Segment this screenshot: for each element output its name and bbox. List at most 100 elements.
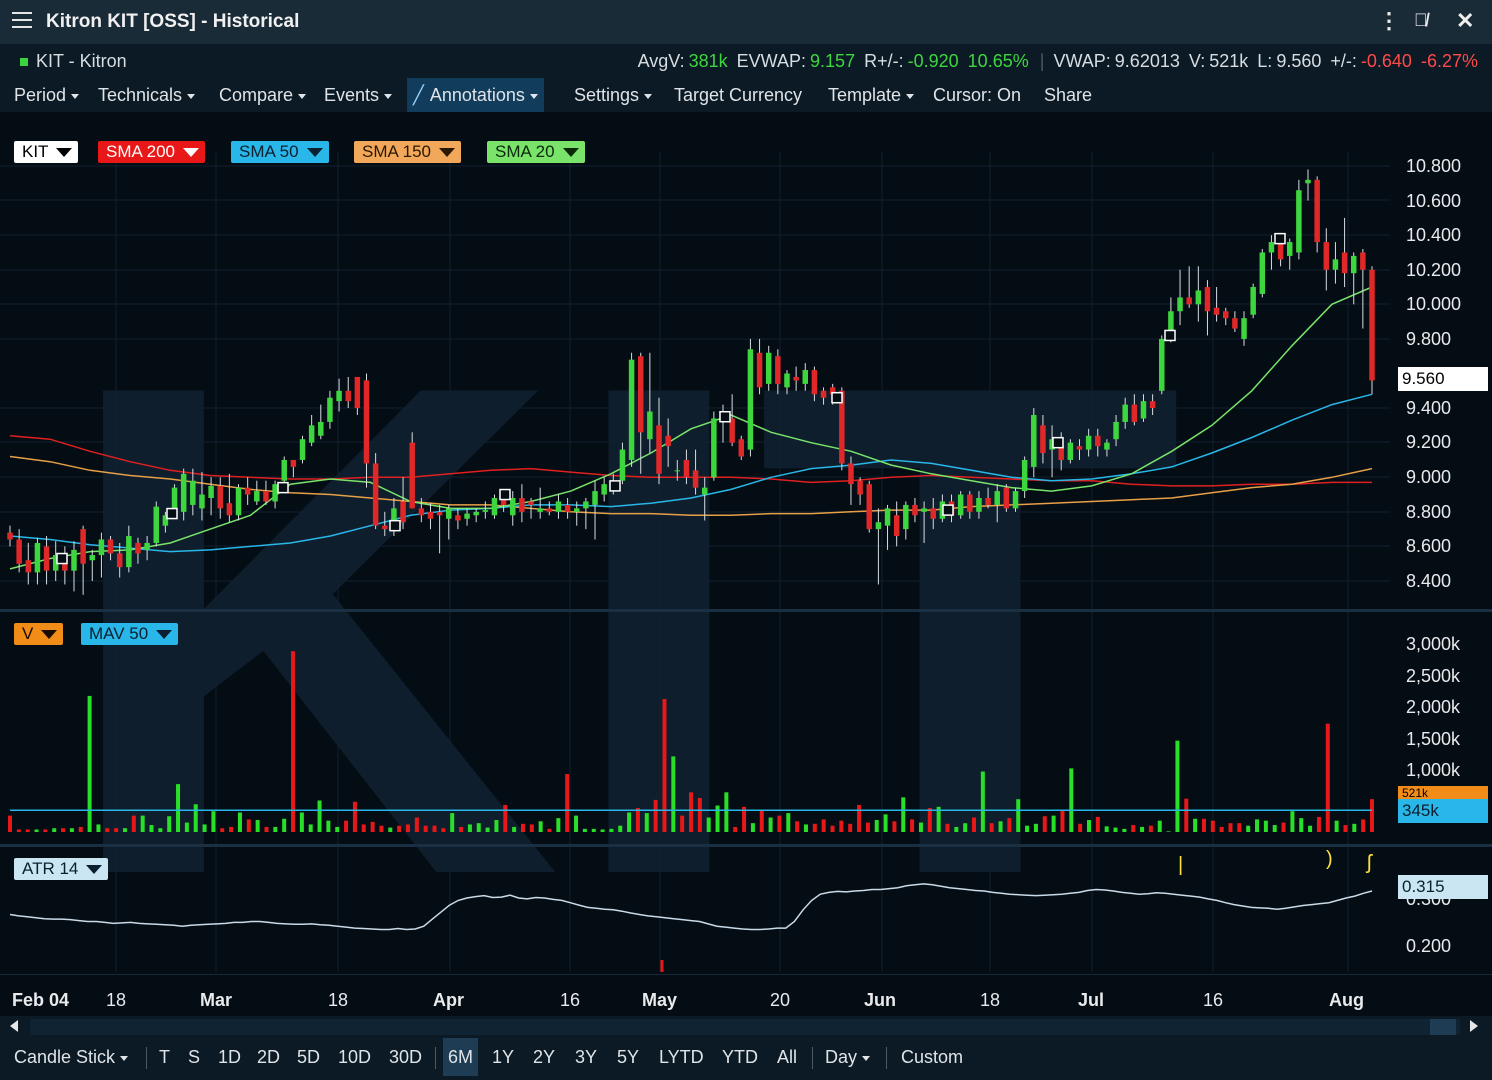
event-marker[interactable] <box>499 488 511 501</box>
period-button-2y[interactable]: 2Y <box>528 1038 560 1076</box>
legend-sma200[interactable]: SMA 200 <box>98 141 205 163</box>
candle-body <box>601 484 607 495</box>
scroll-track[interactable] <box>30 1019 1460 1035</box>
event-marker[interactable] <box>719 410 731 423</box>
date-tick: Feb 04 <box>12 990 70 1010</box>
event-marker[interactable] <box>831 391 843 404</box>
period-button-30d[interactable]: 30D <box>384 1038 427 1076</box>
candle-body <box>126 536 132 568</box>
menu-technicals[interactable]: Technicals <box>92 78 201 112</box>
date-tick: Jun <box>864 990 897 1010</box>
candle <box>1241 311 1247 346</box>
candle-body <box>1021 459 1028 492</box>
event-marker[interactable] <box>942 504 954 516</box>
candle-body <box>190 480 196 505</box>
volume-bar <box>237 812 242 832</box>
menu-period[interactable]: Period <box>8 78 85 112</box>
interval-dropdown[interactable]: Day <box>820 1038 875 1076</box>
legend-kit[interactable]: KIT <box>14 141 79 163</box>
candle <box>409 432 415 509</box>
volume-bar <box>43 829 48 832</box>
period-button-2d[interactable]: 2D <box>252 1038 285 1076</box>
time-scrollbar[interactable] <box>0 1016 1492 1038</box>
candle-body <box>775 356 781 384</box>
menu-cursor[interactable]: Cursor: On <box>927 78 1027 112</box>
volume-bar <box>768 817 773 832</box>
menu-events[interactable]: Events <box>318 78 398 112</box>
event-marker[interactable] <box>1274 232 1286 245</box>
candle <box>153 501 159 547</box>
period-button-5d[interactable]: 5D <box>292 1038 325 1076</box>
period-button-lytd[interactable]: LYTD <box>654 1038 709 1076</box>
volume-bar <box>229 826 234 832</box>
event-marker[interactable] <box>1164 329 1176 342</box>
candle-body <box>7 532 13 540</box>
volume-bar <box>1033 823 1038 832</box>
volume-bar <box>459 826 464 832</box>
period-button-3y[interactable]: 3Y <box>570 1038 602 1076</box>
hamburger-menu-icon[interactable] <box>12 12 32 30</box>
scroll-left-icon[interactable] <box>10 1020 18 1032</box>
period-button-t[interactable]: T <box>154 1038 175 1076</box>
event-marker[interactable] <box>389 519 401 532</box>
menu-annotations[interactable]: ╱ Annotations <box>407 78 544 112</box>
menu-share[interactable]: Share <box>1038 78 1098 112</box>
period-button-ytd[interactable]: YTD <box>717 1038 763 1076</box>
legend-atr-label: ATR 14 <box>22 859 79 878</box>
candle-body <box>1031 415 1037 467</box>
custom-period-button[interactable]: Custom <box>896 1038 968 1076</box>
event-marker[interactable] <box>166 507 178 520</box>
chart-type-dropdown[interactable]: Candle Stick <box>9 1038 133 1076</box>
menu-target-currency-label: Target Currency <box>674 85 803 105</box>
pane-divider[interactable] <box>0 609 1492 612</box>
window-title: Kitron KIT [OSS] - Historical <box>46 11 300 32</box>
candle-body <box>327 397 333 422</box>
period-button-1y[interactable]: 1Y <box>487 1038 519 1076</box>
legend-volume[interactable]: V <box>14 623 64 645</box>
date-tick: 20 <box>770 990 791 1010</box>
volume-bar <box>865 822 870 832</box>
chart-area[interactable]: KIT KIT SMA 200 SMA 50 SMA 150 SMA 20 V … <box>0 112 1492 1016</box>
volume-bar <box>1157 820 1162 832</box>
chevron-down-icon <box>120 1055 129 1061</box>
period-button-10d[interactable]: 10D <box>333 1038 376 1076</box>
legend-sma150[interactable]: SMA 150 <box>354 141 461 163</box>
candle-body <box>363 380 370 464</box>
period-button-5y[interactable]: 5Y <box>612 1038 644 1076</box>
legend-sma50[interactable]: SMA 50 <box>231 141 329 163</box>
period-button-1d[interactable]: 1D <box>213 1038 246 1076</box>
period-button-s[interactable]: S <box>183 1038 205 1076</box>
volume-bar <box>1095 816 1100 832</box>
volume-bar <box>1290 811 1295 832</box>
volume-bar <box>1184 798 1189 832</box>
menu-settings[interactable]: Settings <box>568 78 658 112</box>
annotation-mark: ) <box>1326 848 1333 870</box>
volume-bar <box>918 822 923 832</box>
close-icon[interactable]: ✕ <box>1456 8 1474 34</box>
date-tick: 16 <box>560 990 581 1010</box>
legend-sma20-label: SMA 20 <box>495 142 555 161</box>
chart-canvas[interactable]: KIT <box>0 112 1492 1016</box>
event-marker[interactable] <box>1052 436 1064 449</box>
pane-divider[interactable] <box>0 844 1492 847</box>
menu-template[interactable]: Template <box>822 78 920 112</box>
unlink-icon[interactable]: ⛓̸ <box>1414 10 1428 31</box>
volume-bar <box>689 792 693 832</box>
scroll-thumb[interactable] <box>1430 1019 1456 1035</box>
more-options-icon[interactable]: ⋮ <box>1378 8 1400 34</box>
menu-compare[interactable]: Compare <box>213 78 312 112</box>
period-button-6m[interactable]: 6M <box>443 1038 479 1076</box>
candle-body <box>336 390 342 402</box>
legend-atr[interactable]: ATR 14 <box>14 858 109 880</box>
volume-bar <box>423 825 428 832</box>
event-marker[interactable] <box>56 552 68 565</box>
legend-mav50[interactable]: MAV 50 <box>81 623 179 645</box>
scroll-right-icon[interactable] <box>1470 1020 1478 1032</box>
candle-body <box>1369 269 1375 381</box>
legend-sma20[interactable]: SMA 20 <box>487 141 585 163</box>
menu-target-currency[interactable]: Target Currency <box>668 78 808 112</box>
candle-body <box>80 529 86 564</box>
event-marker[interactable] <box>277 481 289 494</box>
period-button-all[interactable]: All <box>772 1038 802 1076</box>
event-marker[interactable] <box>609 480 621 492</box>
